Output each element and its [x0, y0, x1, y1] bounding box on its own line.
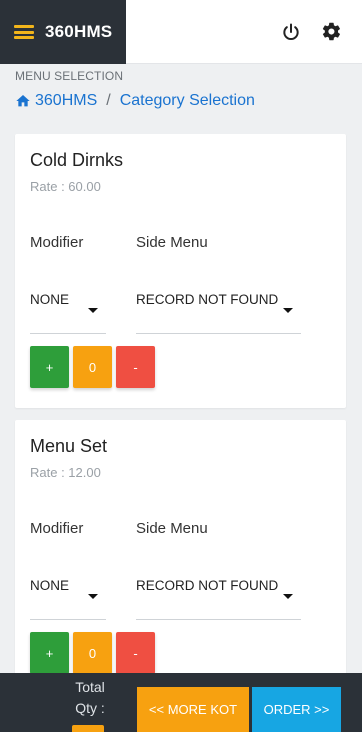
side-menu-select-value: RECORD NOT FOUND: [136, 292, 279, 307]
brand-bar: 360HMS: [0, 0, 126, 64]
quantity-stepper: + 0 -: [30, 632, 155, 674]
breadcrumb-separator: /: [106, 92, 111, 109]
modifier-label: Modifier: [30, 234, 84, 251]
brand-name: 360HMS: [45, 22, 113, 41]
app-header: 360HMS: [0, 0, 362, 64]
breadcrumb-home[interactable]: 360HMS: [35, 92, 97, 110]
decrement-button[interactable]: -: [116, 346, 155, 388]
header-toolbar: [126, 0, 362, 64]
menu-item-card: Cold Dirnks Rate : 60.00 Modifier Side M…: [15, 134, 346, 408]
item-rate: Rate : 12.00: [30, 465, 101, 480]
increment-button[interactable]: +: [30, 632, 69, 674]
breadcrumb: 360HMS / Category Selection: [15, 92, 255, 110]
power-icon[interactable]: [280, 21, 302, 43]
side-menu-label: Side Menu: [136, 234, 208, 251]
home-icon[interactable]: [15, 93, 31, 109]
side-menu-select[interactable]: RECORD NOT FOUND: [136, 284, 301, 334]
item-name: Menu Set: [30, 436, 108, 456]
quantity-stepper: + 0 -: [30, 346, 155, 388]
quantity-display: 0: [73, 632, 112, 674]
modifier-select-value: NONE: [30, 292, 70, 307]
quantity-display: 0: [73, 346, 112, 388]
modifier-label: Modifier: [30, 520, 84, 537]
item-rate: Rate : 60.00: [30, 179, 101, 194]
modifier-select-value: NONE: [30, 578, 70, 593]
order-footer: Total Qty : << MORE KOT ORDER >>: [0, 673, 362, 732]
chevron-down-icon: [283, 308, 293, 313]
side-menu-label: Side Menu: [136, 520, 208, 537]
menu-item-card: Menu Set Rate : 12.00 Modifier Side Menu…: [15, 420, 346, 700]
total-qty-badge: [72, 725, 104, 732]
menu-icon[interactable]: [14, 25, 34, 39]
total-qty-label: Total Qty :: [75, 679, 105, 716]
side-menu-select[interactable]: RECORD NOT FOUND: [136, 570, 301, 620]
breadcrumb-current[interactable]: Category Selection: [120, 92, 255, 110]
order-button[interactable]: ORDER >>: [252, 687, 341, 732]
modifier-select[interactable]: NONE: [30, 284, 106, 334]
chevron-down-icon: [88, 594, 98, 599]
modifier-select[interactable]: NONE: [30, 570, 106, 620]
gear-icon[interactable]: [320, 21, 342, 43]
side-menu-select-value: RECORD NOT FOUND: [136, 578, 279, 593]
chevron-down-icon: [88, 308, 98, 313]
page-section-title: MENU SELECTION: [15, 69, 124, 83]
increment-button[interactable]: +: [30, 346, 69, 388]
chevron-down-icon: [283, 594, 293, 599]
decrement-button[interactable]: -: [116, 632, 155, 674]
more-kot-button[interactable]: << MORE KOT: [137, 687, 249, 732]
item-name: Cold Dirnks: [30, 150, 124, 170]
